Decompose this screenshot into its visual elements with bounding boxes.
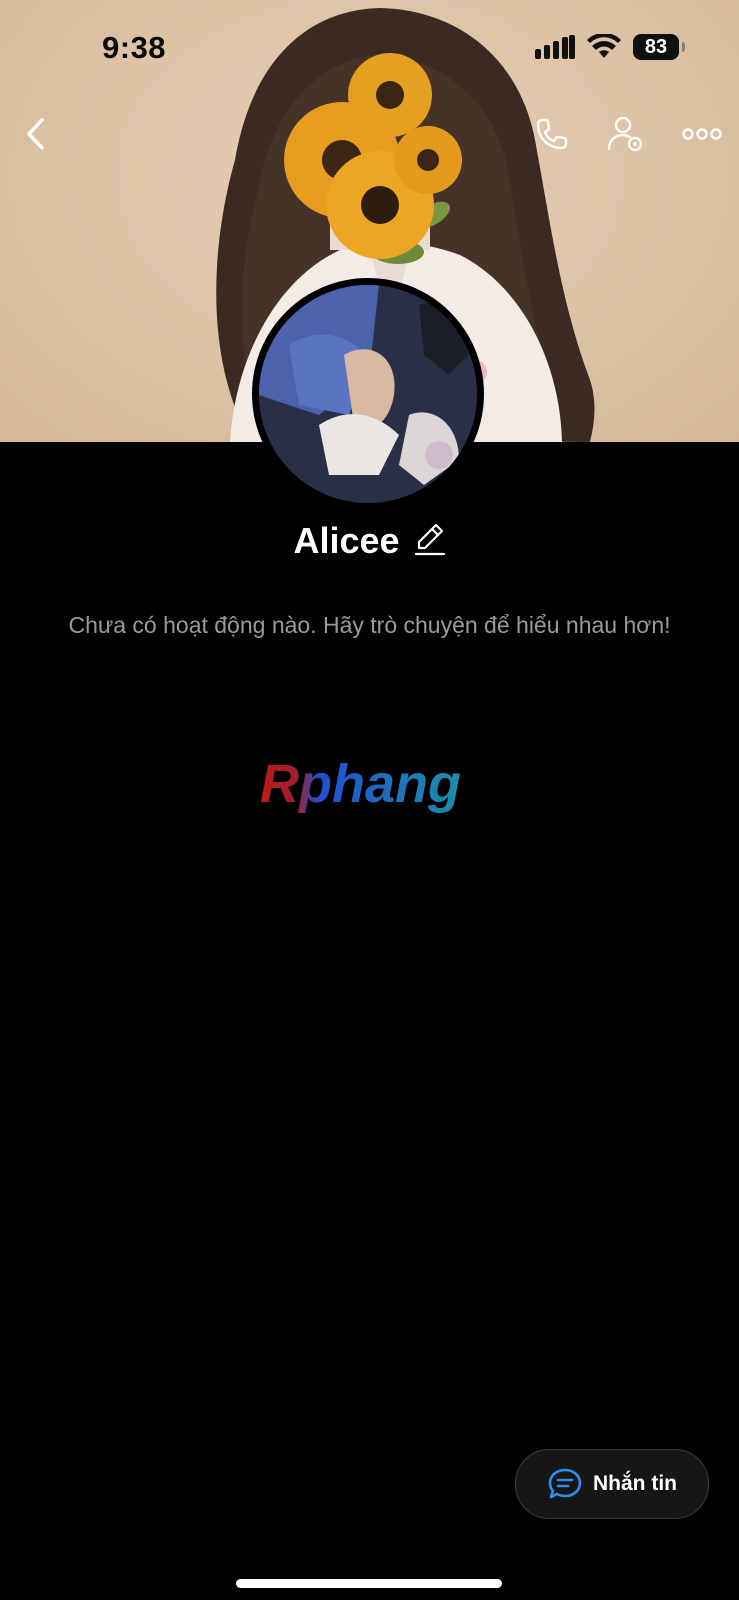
home-indicator[interactable] <box>236 1579 502 1588</box>
more-options-button[interactable] <box>676 108 728 160</box>
wifi-icon <box>587 34 621 58</box>
profile-name: Alicee <box>293 520 400 561</box>
cellular-signal-icon <box>535 35 575 59</box>
message-button-label: Nhắn tin <box>593 1472 677 1495</box>
battery-indicator: 83 <box>633 34 685 60</box>
profile-header-toolbar <box>0 108 739 164</box>
profile-settings-button[interactable] <box>600 108 652 160</box>
watermark-logo: Rphang <box>256 754 484 822</box>
back-button[interactable] <box>10 108 62 160</box>
avatar-frame[interactable] <box>252 278 484 510</box>
pencil-icon <box>414 523 445 555</box>
edit-name-button[interactable] <box>414 522 446 561</box>
svg-text:Rphang: Rphang <box>260 756 461 814</box>
avatar[interactable] <box>259 285 477 503</box>
message-button[interactable]: Nhắn tin <box>515 1449 709 1519</box>
user-settings-icon <box>607 116 643 152</box>
battery-level: 83 <box>644 35 668 58</box>
chevron-left-icon <box>27 118 44 150</box>
avatar-photo <box>259 285 477 503</box>
status-time: 9:38 <box>102 30 167 65</box>
chat-bubble-icon <box>548 1468 582 1499</box>
phone-icon <box>536 118 568 150</box>
profile-name-row: Alicee <box>0 520 739 562</box>
more-icon <box>682 128 722 140</box>
call-button[interactable] <box>526 108 578 160</box>
status-bar: 9:38 83 <box>0 0 739 100</box>
empty-activity-text: Chưa có hoạt động nào. Hãy trò chuyện để… <box>68 612 671 638</box>
